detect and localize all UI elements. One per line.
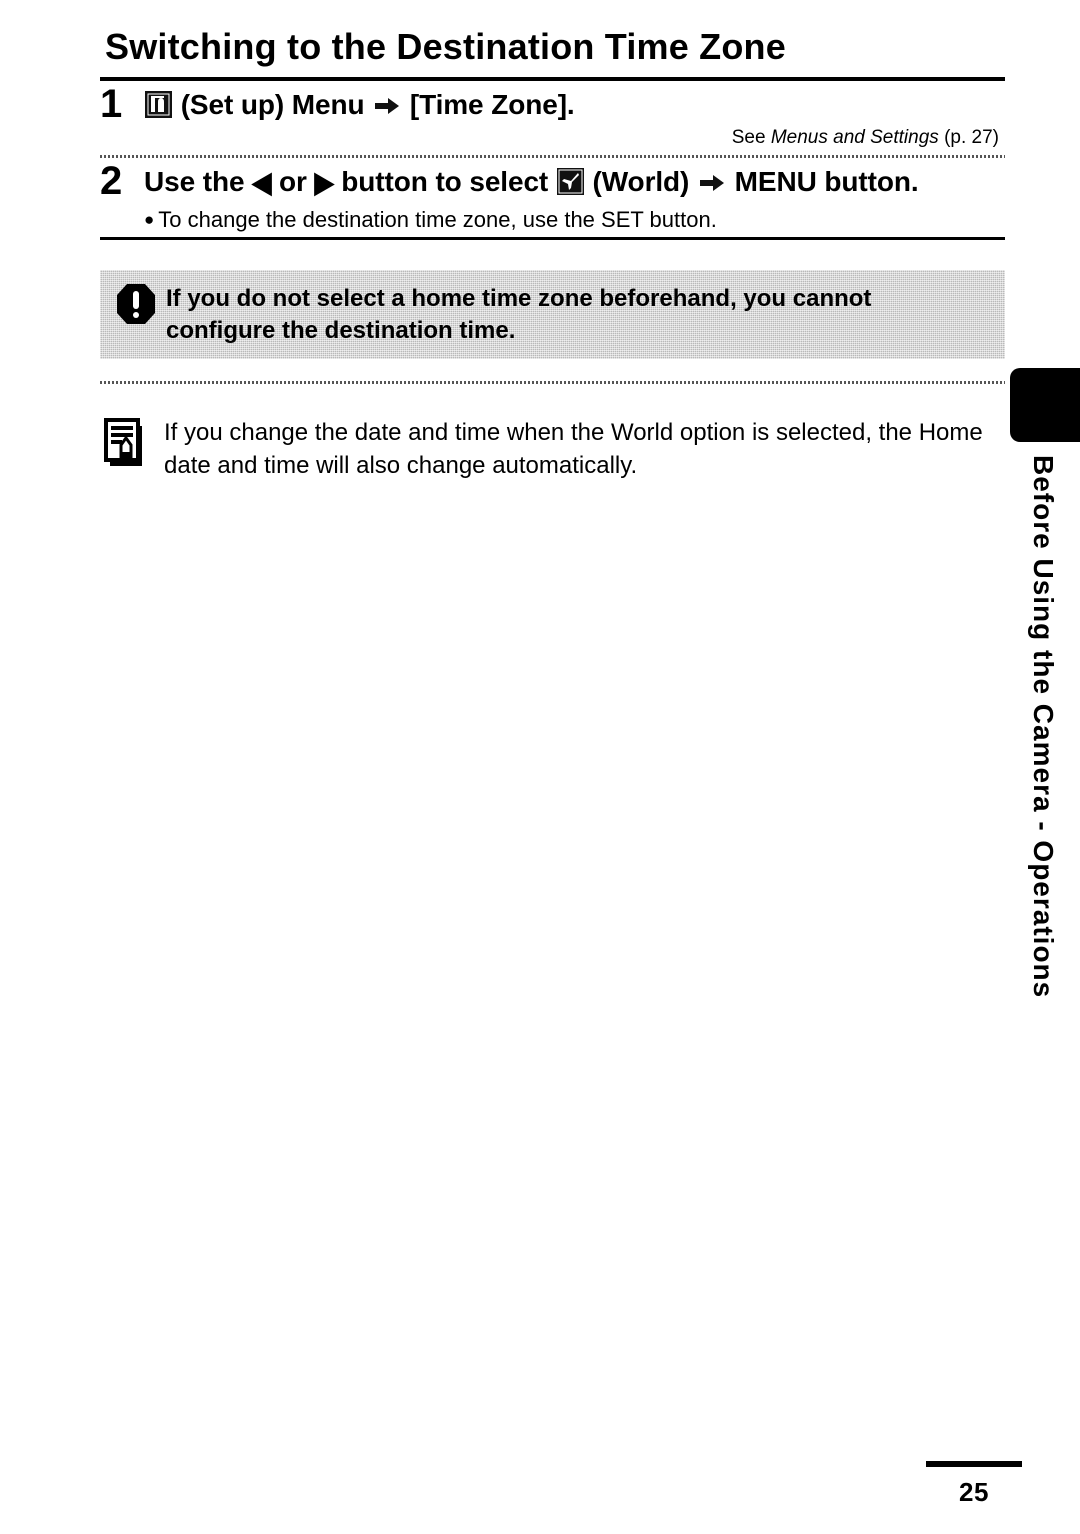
step-1-body: (Set up) Menu [Time Zone]. See Menus and… — [140, 87, 1005, 151]
section-tab-marker — [1010, 368, 1080, 442]
note-divider — [100, 380, 1005, 384]
step-2: 2 Use the ◀ or ▶ button to select (World… — [100, 158, 1005, 237]
step-1: 1 (Set up) Menu [Time Zone]. See Menus a… — [100, 81, 1005, 155]
step-2-text-world: (World) — [592, 165, 690, 197]
step-2-bullet: ● To change the destination time zone, u… — [144, 206, 1005, 234]
right-triangle-icon: ▶ — [314, 166, 334, 199]
step-2-number: 2 — [100, 158, 123, 203]
warning-text: If you do not select a home time zone be… — [166, 285, 872, 344]
step-2-text-part2: button to select — [341, 165, 549, 197]
step-2-text-menu: MENU — [734, 165, 817, 197]
step-2-text-part1: Use the — [144, 165, 245, 197]
note-text: If you change the date and time when the… — [164, 418, 983, 479]
step-1-number: 1 — [100, 82, 123, 127]
note-memo-icon — [104, 417, 148, 468]
left-triangle-icon: ◀ — [252, 166, 272, 199]
step-2-text-button: button. — [824, 165, 919, 197]
exclamation-warning-icon — [116, 283, 156, 325]
document-page: Switching to the Destination Time Zone 1 — [0, 0, 1080, 1534]
step-2-heading: Use the ◀ or ▶ button to select (World) — [144, 164, 1005, 200]
arrow-right-icon — [374, 96, 400, 116]
section-tab-text: Before Using the Camera - Operations — [1028, 455, 1059, 999]
step-1-reference: See Menus and Settings (p. 27) — [144, 126, 1005, 151]
arrow-right-icon — [699, 173, 725, 193]
page-footer: 25 — [914, 1461, 1034, 1508]
page-title: Switching to the Destination Time Zone — [105, 26, 786, 67]
warning-callout: If you do not select a home time zone be… — [100, 270, 1005, 358]
setup-menu-icon — [145, 91, 172, 119]
step-2-body: Use the ◀ or ▶ button to select (World) — [140, 164, 1005, 233]
step-1-heading: (Set up) Menu [Time Zone]. — [144, 87, 1005, 123]
bullet-dot-icon: ● — [144, 209, 155, 229]
step-2-text-or: or — [278, 165, 307, 197]
step-1-reference-page: (p. 27) — [938, 127, 999, 149]
step-1-reference-title: Menus and Settings — [770, 127, 939, 149]
step-1-text-timezone: [Time Zone]. — [409, 89, 575, 121]
step-1-reference-prefix: See — [731, 127, 771, 149]
page-content: Switching to the Destination Time Zone 1 — [100, 26, 1005, 482]
step-1-text-setup: (Set up) Menu — [180, 89, 365, 121]
world-airplane-icon — [556, 167, 584, 195]
footer-rule — [926, 1461, 1022, 1467]
page-number: 25 — [959, 1477, 989, 1507]
note-callout: If you change the date and time when the… — [100, 406, 1005, 482]
step-2-bullet-text: To change the destination time zone, use… — [158, 206, 717, 232]
section-divider — [100, 237, 1005, 241]
section-tab-label: Before Using the Camera - Operations — [1020, 455, 1066, 1075]
